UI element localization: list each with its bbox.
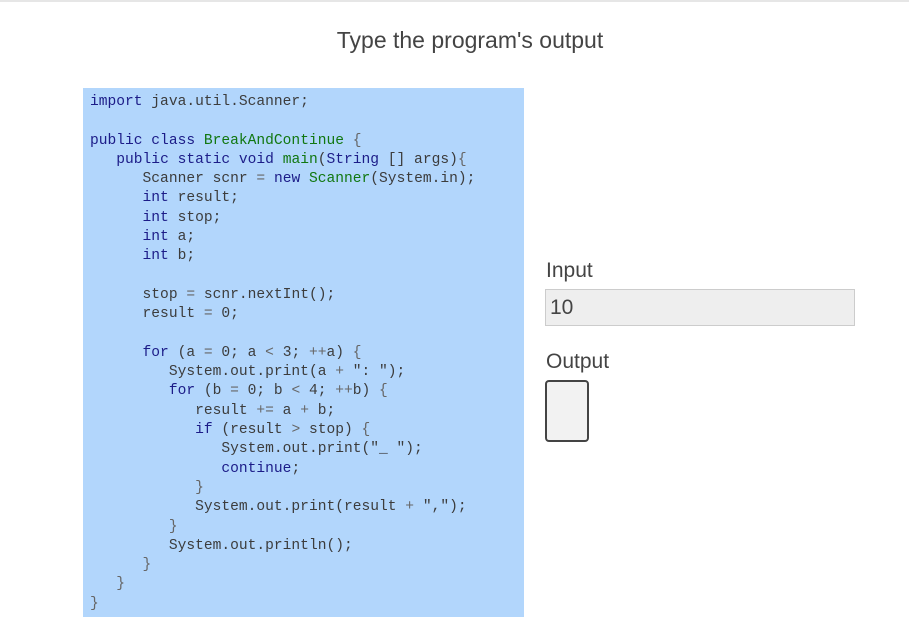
code-line-3: public class BreakAndContinue {: [90, 132, 362, 149]
code-line-23: }: [168, 518, 178, 535]
output-label: Output: [546, 350, 610, 373]
code-line-12: result = 0;: [90, 306, 239, 323]
input-label: Input: [546, 259, 593, 282]
code-line-20: continue;: [221, 460, 301, 477]
code-line-9: int b;: [142, 248, 196, 265]
code-line-7: int stop;: [142, 209, 222, 226]
code-line-15: System.out.print(a + ": ");: [90, 364, 406, 381]
code-line-1: import java.util.Scanner;: [90, 94, 309, 110]
code-line-18: if (result > stop) {: [195, 422, 371, 439]
code-line-26: }: [116, 576, 126, 593]
code-line-22: System.out.print(result + ",");: [90, 499, 467, 516]
code-line-17: result += a + b;: [90, 402, 336, 419]
output-answer-field[interactable]: [545, 380, 589, 442]
code-line-16: for (b = 0; b < 4; ++b) {: [168, 383, 388, 400]
code-line-21: }: [195, 479, 204, 496]
code-line-4: public static void main(String [] args){: [116, 151, 467, 168]
code-line-5: Scanner scnr = new Scanner(System.in);: [90, 171, 476, 188]
code-line-25: }: [142, 557, 152, 574]
code-line-24: System.out.println();: [90, 537, 353, 554]
code-line-6: int result;: [142, 190, 239, 207]
top-divider: [0, 0, 909, 2]
input-value: 10: [550, 296, 574, 319]
code-listing: import java.util.Scanner; public class Br…: [90, 93, 475, 614]
code-line-14: for (a = 0; a < 3; ++a) {: [142, 344, 362, 361]
code-line-11: stop = scnr.nextInt();: [90, 286, 336, 303]
input-field: 10: [545, 289, 855, 326]
page-title: Type the program's output: [336, 27, 604, 53]
code-line-27: }: [90, 595, 99, 612]
exercise-root: Type the program's output import java.ut…: [0, 0, 909, 625]
code-line-19: System.out.print("_ ");: [90, 441, 423, 458]
code-line-8: int a;: [142, 229, 196, 246]
